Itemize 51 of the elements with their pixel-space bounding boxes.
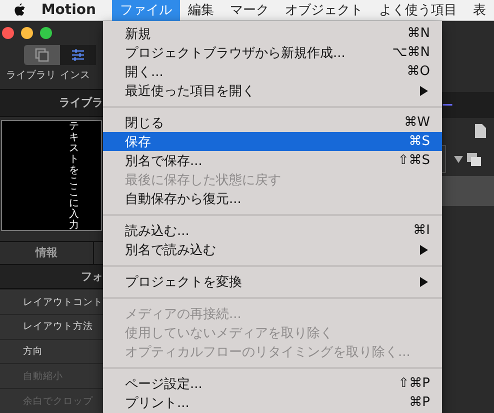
panel-tab[interactable]: ー xyxy=(442,98,453,112)
menu-item[interactable]: プリント... ⌘P xyxy=(103,393,442,412)
zoom-button[interactable] xyxy=(40,27,52,39)
menu-item[interactable]: 自動保存から復元... xyxy=(103,189,442,208)
menu-bar-item[interactable]: オブジェクト xyxy=(277,0,371,20)
document-icon[interactable] xyxy=(475,124,486,138)
layers-icon[interactable] xyxy=(467,152,481,166)
toolbar-label: ライブラリ xyxy=(6,68,56,83)
toolbar-label: インス xyxy=(60,69,90,83)
menu-item[interactable]: プロジェクトを変換 xyxy=(103,272,442,291)
shortcut-label: ⌥⌘N xyxy=(392,45,430,60)
property-label: レイアウト方法 xyxy=(23,320,93,334)
shortcut-label: ⇧⌘P xyxy=(398,376,430,391)
windows-icon xyxy=(35,48,49,62)
app-menu[interactable]: Motion xyxy=(41,0,108,20)
menu-item[interactable]: プロジェクトブラウザから新規作成... ⌥⌘N xyxy=(103,43,442,62)
menu-item[interactable]: 保存 ⌘S xyxy=(103,132,442,151)
menu-item[interactable]: 別名で保存... ⇧⌘S xyxy=(103,151,442,170)
menu-bar-item[interactable]: 表 xyxy=(465,0,494,20)
dropdown-icon[interactable] xyxy=(454,156,463,162)
close-button[interactable] xyxy=(2,27,14,39)
apple-icon[interactable] xyxy=(14,2,26,16)
shortcut-label: ⌘O xyxy=(406,64,430,79)
menu-item[interactable]: 読み込む... ⌘I xyxy=(103,221,442,240)
menu-item[interactable]: 閉じる ⌘W xyxy=(103,113,442,132)
preview-text: テキストをここに入力 xyxy=(69,120,79,230)
menu-item[interactable]: 開く... ⌘O xyxy=(103,62,442,81)
shortcut-label: ⌘W xyxy=(404,115,430,130)
menu-bar-item[interactable]: 編集 xyxy=(180,0,222,20)
menu-item[interactable]: 最近使った項目を開く xyxy=(103,81,442,100)
shortcut-label: ⌘P xyxy=(409,395,430,410)
toolbar-button[interactable] xyxy=(24,45,60,65)
toolbar-button[interactable] xyxy=(60,45,96,65)
menu-item[interactable]: ページ設定... ⇧⌘P xyxy=(103,374,442,393)
menu-item[interactable]: 別名で読み込む xyxy=(103,240,442,259)
menu-item[interactable]: 新規 ⌘N xyxy=(103,24,442,43)
submenu-arrow-icon xyxy=(420,86,428,96)
minimize-button[interactable] xyxy=(21,27,33,39)
shortcut-label: ⇧⌘S xyxy=(398,153,430,168)
submenu-arrow-icon xyxy=(420,276,428,286)
sliders-icon xyxy=(71,48,85,62)
shortcut-label: ⌘I xyxy=(413,223,430,238)
menu-bar-item[interactable]: マーク xyxy=(222,0,277,20)
shortcut-label: ⌘S xyxy=(408,134,430,149)
menu-bar-item[interactable]: ファイル xyxy=(112,0,180,20)
shortcut-label: ⌘N xyxy=(407,26,430,41)
submenu-arrow-icon xyxy=(420,244,428,254)
property-label: レイアウトコント xyxy=(23,296,103,308)
menu-bar-item[interactable]: よく使う項目 xyxy=(371,0,465,20)
property-label: 方向 xyxy=(23,345,43,358)
section-header: フォ xyxy=(81,269,103,284)
